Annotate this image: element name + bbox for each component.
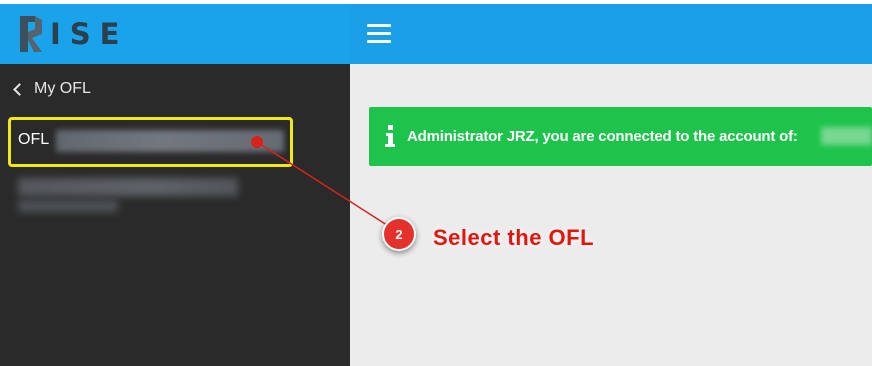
info-alert: Administrator JRZ, you are connected to …: [369, 107, 872, 166]
logo-text: ISE: [50, 17, 129, 51]
step-label: Select the OFL: [433, 225, 595, 250]
sidebar-item-ofl[interactable]: OFL: [18, 131, 49, 149]
back-link-my-ofl[interactable]: My OFL: [12, 80, 91, 98]
info-icon: [385, 125, 395, 147]
hamburger-icon[interactable]: [367, 24, 391, 44]
sidebar: My OFL OFL: [0, 64, 350, 366]
top-navbar: ISE: [0, 4, 872, 64]
main-content: Administrator JRZ, you are connected to …: [350, 64, 872, 366]
sidebar-item-label: OFL: [18, 131, 50, 148]
rise-logo[interactable]: ISE: [18, 13, 129, 55]
chevron-left-icon: [13, 82, 26, 96]
back-link-label: My OFL: [34, 80, 91, 97]
redacted-sidebar-item-subline: [18, 200, 118, 212]
redacted-sidebar-item[interactable]: [18, 178, 238, 196]
alert-message: Administrator JRZ, you are connected to …: [407, 128, 798, 145]
rise-logo-mark-icon: [20, 16, 42, 52]
redacted-ofl-name: [56, 130, 284, 152]
redacted-account-name: [821, 127, 872, 145]
logo-area: ISE: [0, 4, 350, 64]
step-badge: 2: [382, 217, 416, 251]
